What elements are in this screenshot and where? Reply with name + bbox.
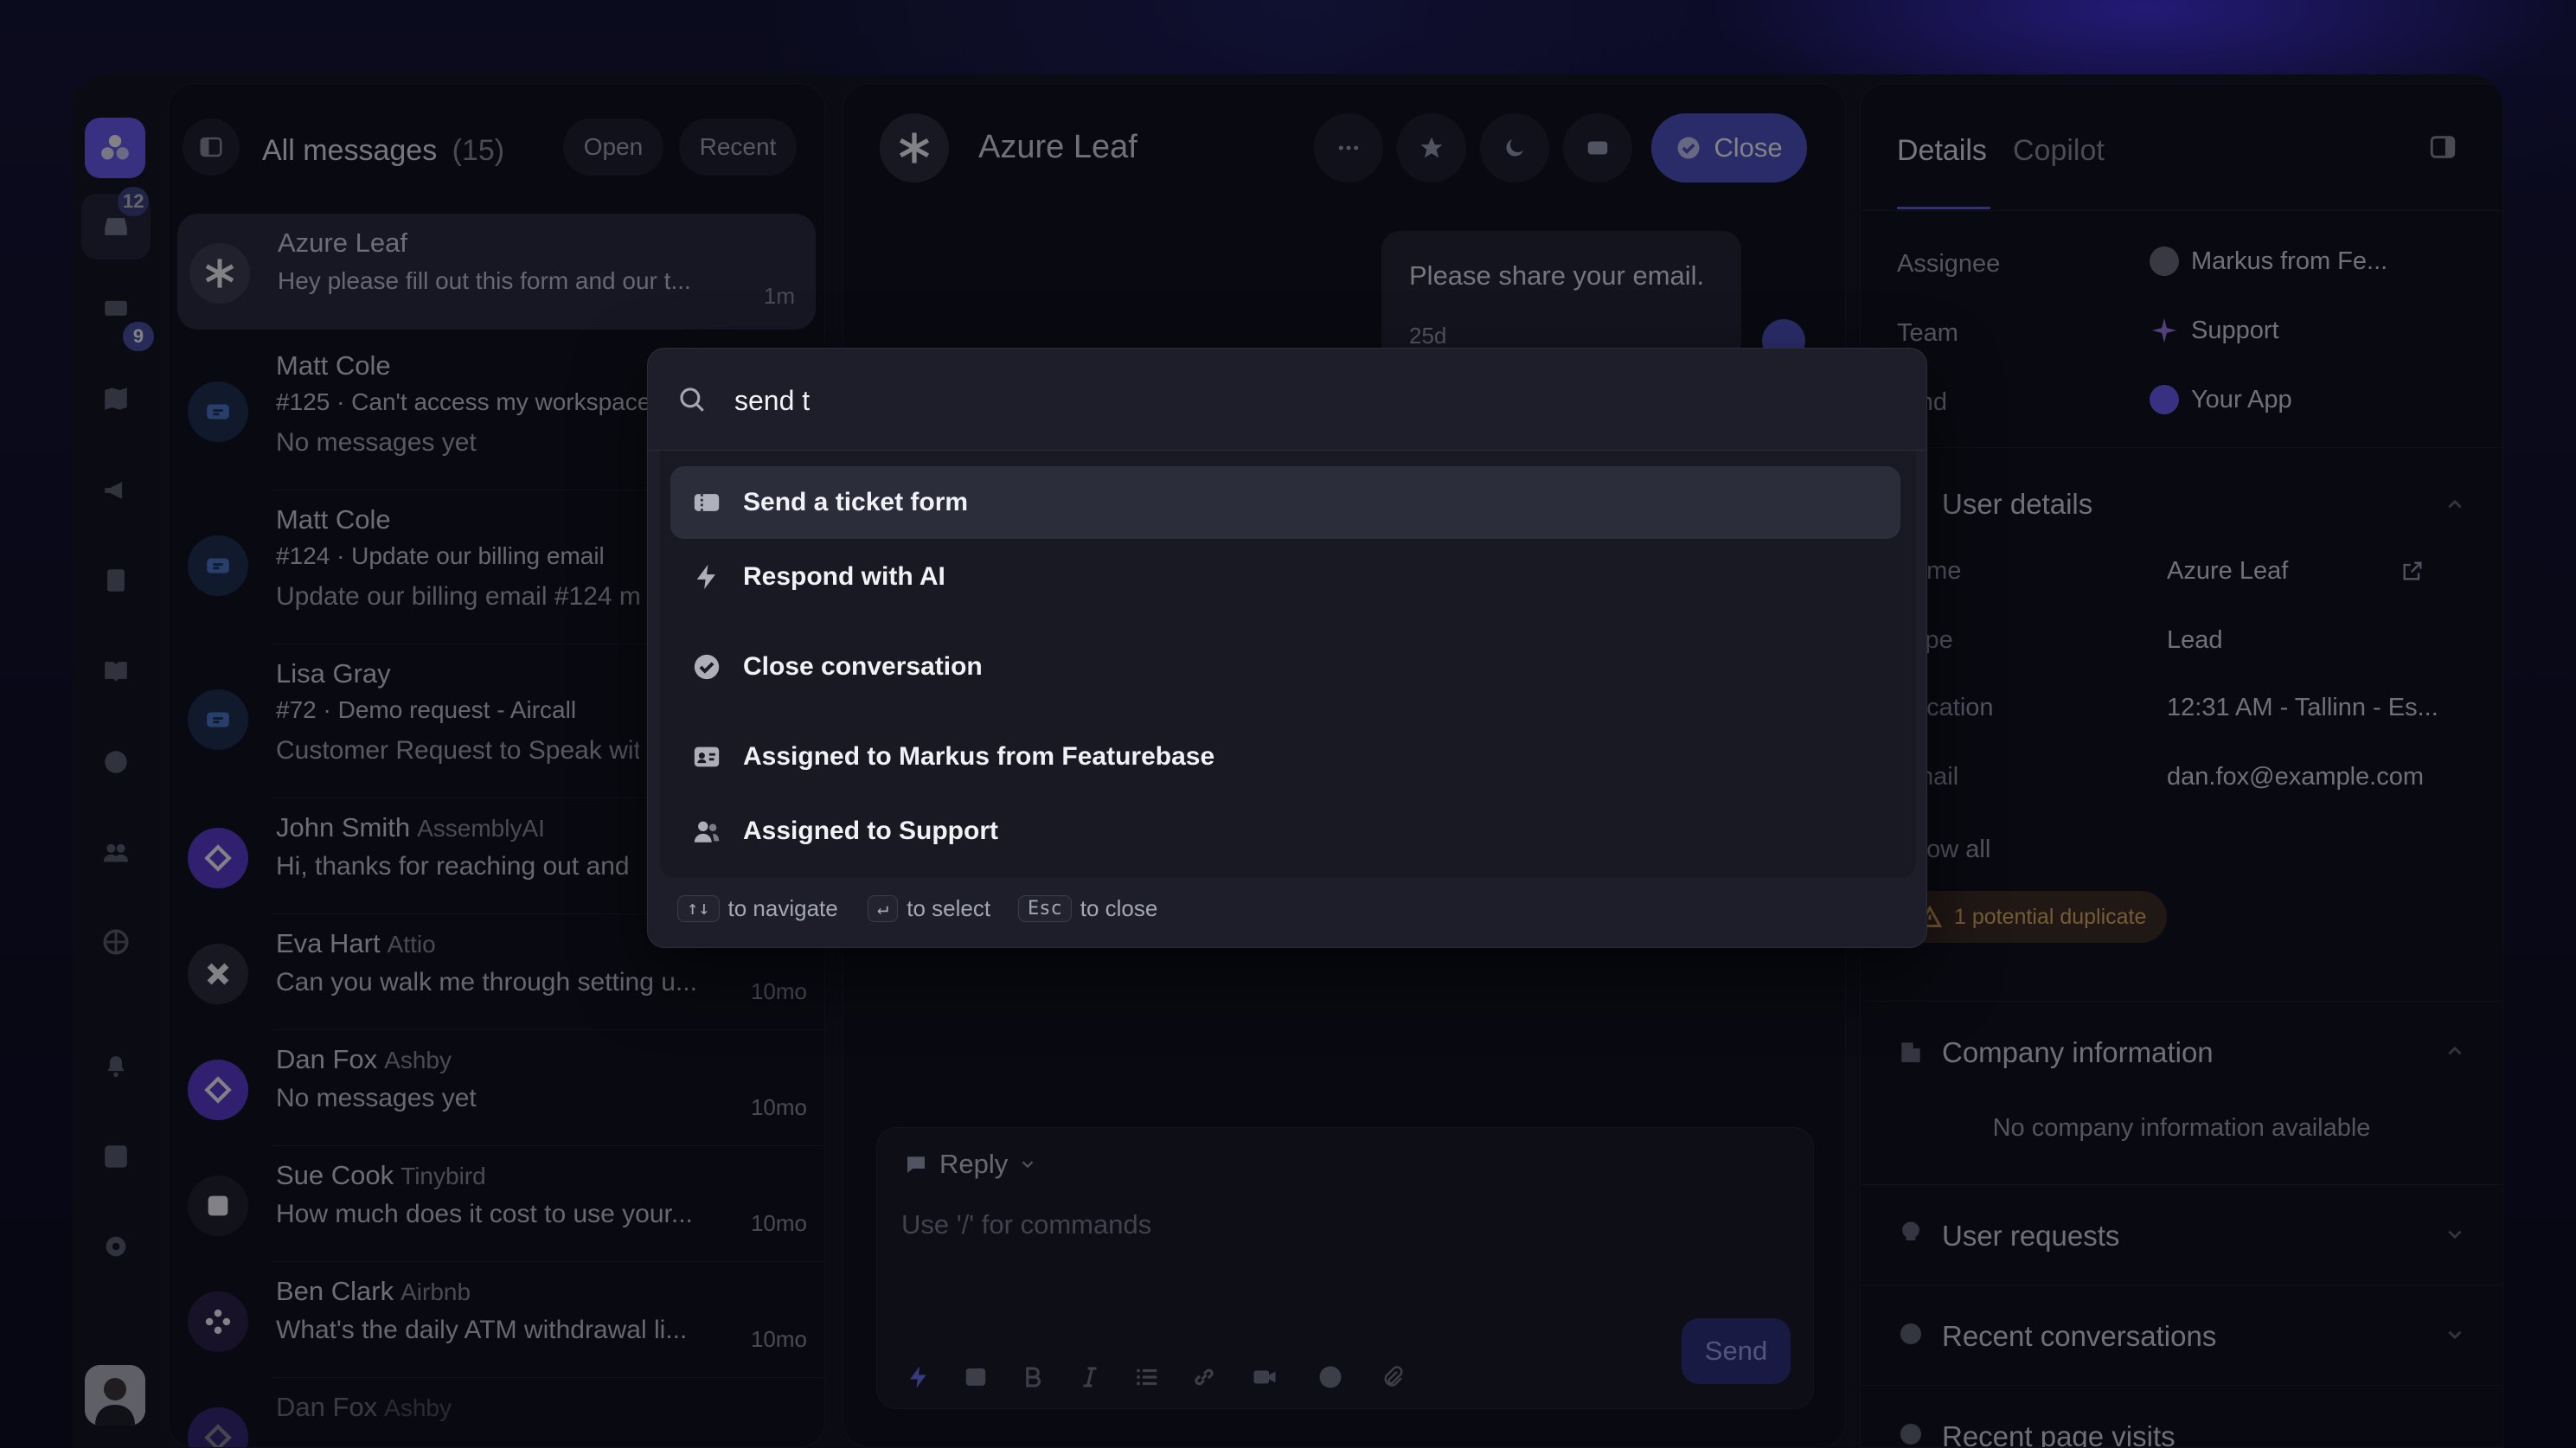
command-close-conversation[interactable]: Close conversation <box>670 631 1900 703</box>
command-label: Assigned to Support <box>743 817 998 845</box>
command-respond-with-ai[interactable]: Respond with AI <box>670 541 1900 613</box>
id-card-icon <box>670 742 743 772</box>
command-send-ticket-form[interactable]: Send a ticket form <box>670 466 1900 539</box>
ticket-icon <box>670 488 743 517</box>
command-search-input[interactable]: send t <box>734 385 810 417</box>
command-label: Close conversation <box>743 652 983 681</box>
hint-navigate-text: to navigate <box>727 895 838 921</box>
command-assign-markus[interactable]: Assigned to Markus from Featurebase <box>670 721 1900 793</box>
command-search-bar: send t <box>648 349 1926 451</box>
team-icon <box>670 817 743 846</box>
command-label: Assigned to Markus from Featurebase <box>743 742 1215 771</box>
command-label: Send a ticket form <box>743 488 969 516</box>
hint-navigate: ↑↓ to navigate <box>677 895 838 922</box>
hint-close: Esc to close <box>1018 895 1157 922</box>
hint-select-key: ↵ <box>868 895 899 922</box>
bolt-icon <box>670 562 743 592</box>
hint-close-text: to close <box>1080 895 1158 921</box>
command-assign-support[interactable]: Assigned to Support <box>670 795 1900 868</box>
hint-select: ↵ to select <box>868 895 990 922</box>
command-label: Respond with AI <box>743 562 945 591</box>
hint-navigate-key: ↑↓ <box>677 895 720 922</box>
hint-select-text: to select <box>907 895 991 921</box>
check-circle-icon <box>670 652 743 682</box>
command-palette: send t Send a ticket form Respond with A… <box>647 348 1927 948</box>
search-icon <box>677 385 707 414</box>
hint-close-key: Esc <box>1018 895 1072 922</box>
command-list: Send a ticket form Respond with AI Close… <box>660 451 1916 878</box>
